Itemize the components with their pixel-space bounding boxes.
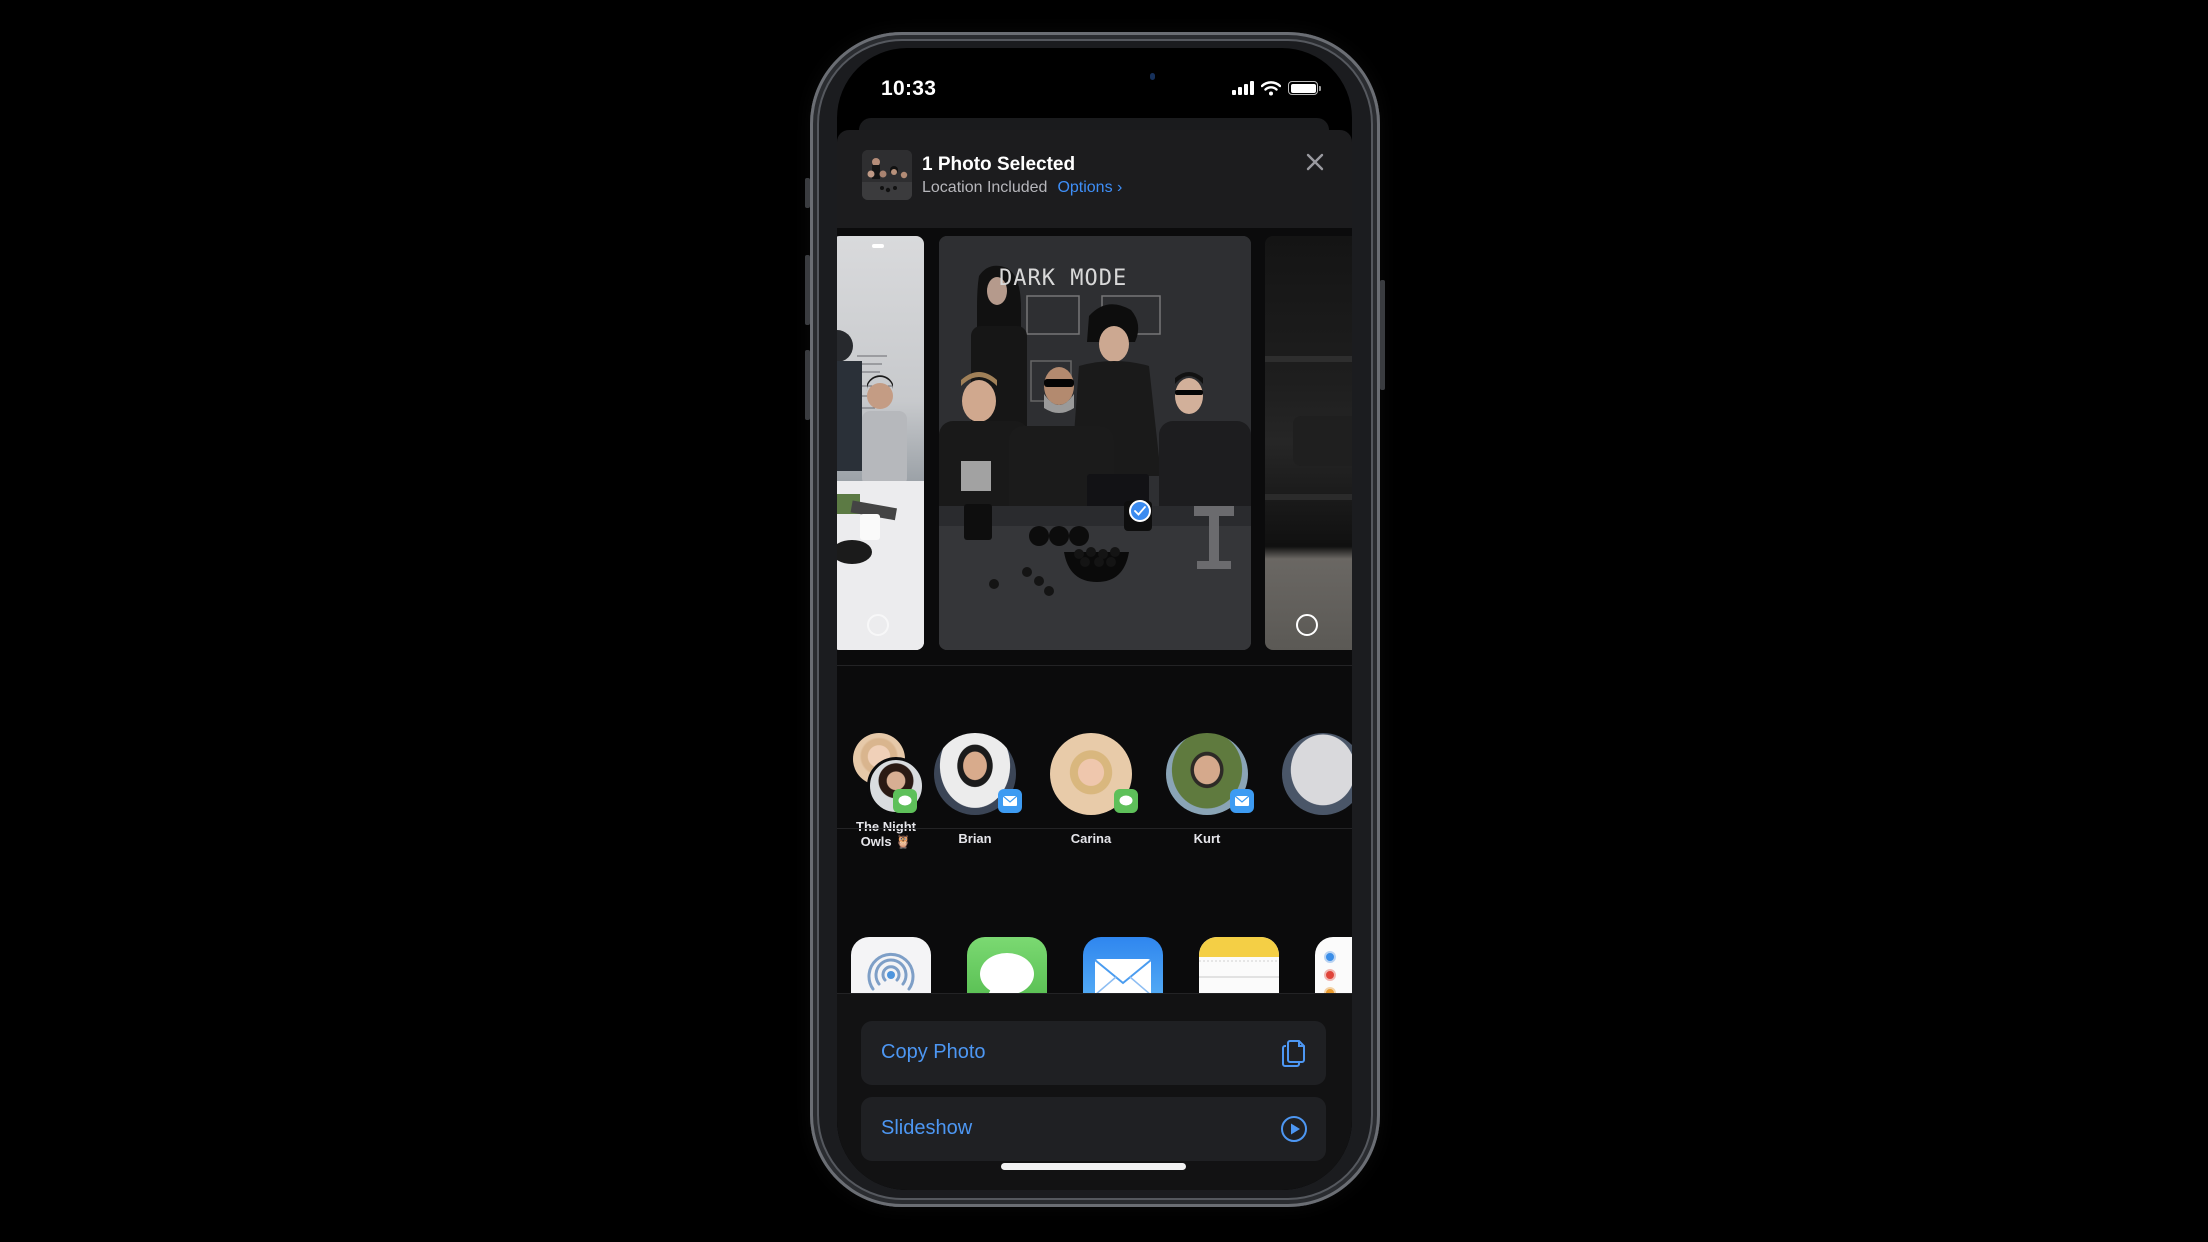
copy-photo-button[interactable]: Copy Photo	[861, 1021, 1326, 1085]
contact-name: Brian	[958, 831, 992, 846]
photo-selected-checkmark[interactable]	[1129, 500, 1151, 522]
share-sheet-header: 1 Photo Selected Location Included Optio…	[837, 130, 1352, 228]
close-icon	[1306, 153, 1324, 171]
contact-name: Carina	[1070, 831, 1112, 846]
messages-badge-icon	[893, 789, 917, 813]
photo-thumbnail-dark-room[interactable]	[1265, 236, 1352, 650]
options-label: Options	[1057, 179, 1113, 196]
copy-icon	[1282, 1040, 1305, 1067]
play-circle-icon	[1281, 1116, 1307, 1142]
action-label: Slideshow	[881, 1117, 973, 1139]
share-sheet-subtitle-row: Location Included Options ›	[922, 179, 1122, 197]
photo-select-circle[interactable]	[867, 614, 889, 636]
checkmark-icon	[1134, 506, 1146, 516]
phone-volume-up-button	[805, 255, 810, 325]
slideshow-button[interactable]: Slideshow	[861, 1097, 1326, 1161]
wifi-icon	[1261, 80, 1281, 95]
mail-badge-icon	[1230, 789, 1254, 813]
status-icons	[1232, 79, 1321, 97]
front-camera	[1150, 73, 1155, 80]
contact-name: The Night Owls 🦉	[856, 819, 916, 849]
home-indicator[interactable]	[1001, 1163, 1186, 1170]
options-link[interactable]: Options ›	[1057, 179, 1122, 197]
section-divider	[837, 665, 1352, 666]
contact-name: Kurt	[1193, 831, 1221, 846]
chevron-right-icon: ›	[1117, 179, 1123, 196]
photo-thumbnail-office[interactable]	[837, 236, 924, 650]
photo-thumbnail-dark-mode-team[interactable]: DARK MODE	[939, 236, 1251, 650]
battery-icon	[1288, 81, 1321, 95]
photo-select-circle[interactable]	[1296, 614, 1318, 636]
dark-mode-wall-text: DARK MODE	[999, 266, 1128, 291]
phone-silent-switch	[805, 178, 810, 208]
close-button[interactable]	[1303, 150, 1327, 174]
share-sheet-title: 1 Photo Selected	[922, 154, 1076, 175]
cellular-signal-icon	[1232, 81, 1254, 95]
share-sheet: 1 Photo Selected Location Included Optio…	[837, 130, 1352, 1190]
phone-screen: 10:33 1 Photo Selected Location Included…	[837, 48, 1352, 1190]
section-divider	[837, 828, 1352, 829]
status-time: 10:33	[881, 77, 937, 100]
mail-badge-icon	[998, 789, 1022, 813]
location-status-text: Location Included	[922, 179, 1048, 196]
phone-volume-down-button	[805, 350, 810, 420]
phone-side-button	[1380, 280, 1385, 390]
action-label: Copy Photo	[881, 1041, 986, 1063]
selected-photo-thumbnail	[862, 150, 912, 200]
avatar	[1282, 733, 1352, 815]
messages-badge-icon	[1114, 789, 1138, 813]
